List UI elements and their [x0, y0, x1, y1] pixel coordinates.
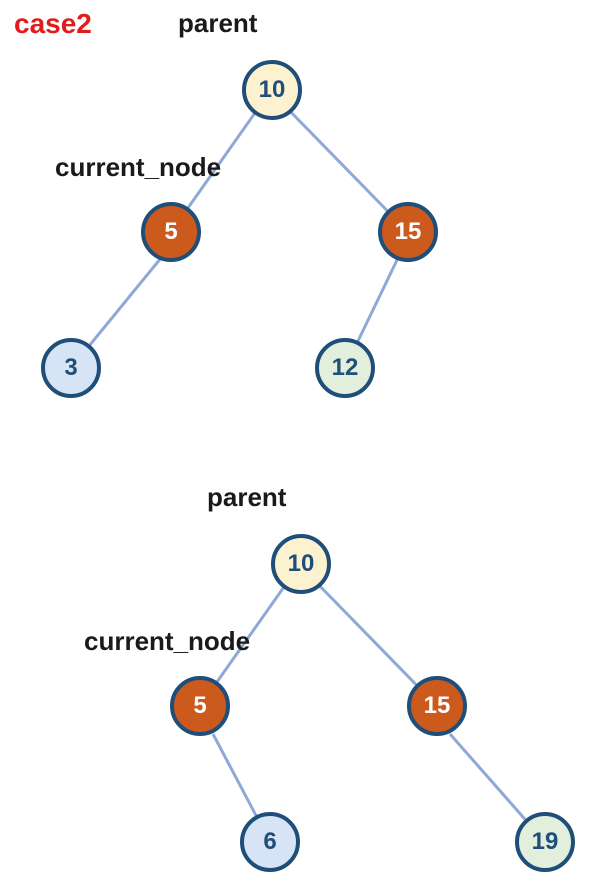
diagram-canvas: case2 parent current_node 10 5 15 3 12 p…: [0, 0, 606, 885]
node-value: 19: [532, 828, 559, 856]
tree2-edges: [0, 0, 606, 885]
node-value: 10: [288, 550, 315, 578]
node-value: 5: [193, 692, 206, 720]
tree2-node-19: 19: [515, 812, 575, 872]
tree2-current-node-label: current_node: [84, 626, 250, 657]
node-value: 15: [424, 692, 451, 720]
tree2-node-5: 5: [170, 676, 230, 736]
tree2-node-6: 6: [240, 812, 300, 872]
node-value: 6: [263, 828, 276, 856]
tree2-parent-label: parent: [207, 482, 286, 513]
tree2-node-10: 10: [271, 534, 331, 594]
tree2-node-15: 15: [407, 676, 467, 736]
